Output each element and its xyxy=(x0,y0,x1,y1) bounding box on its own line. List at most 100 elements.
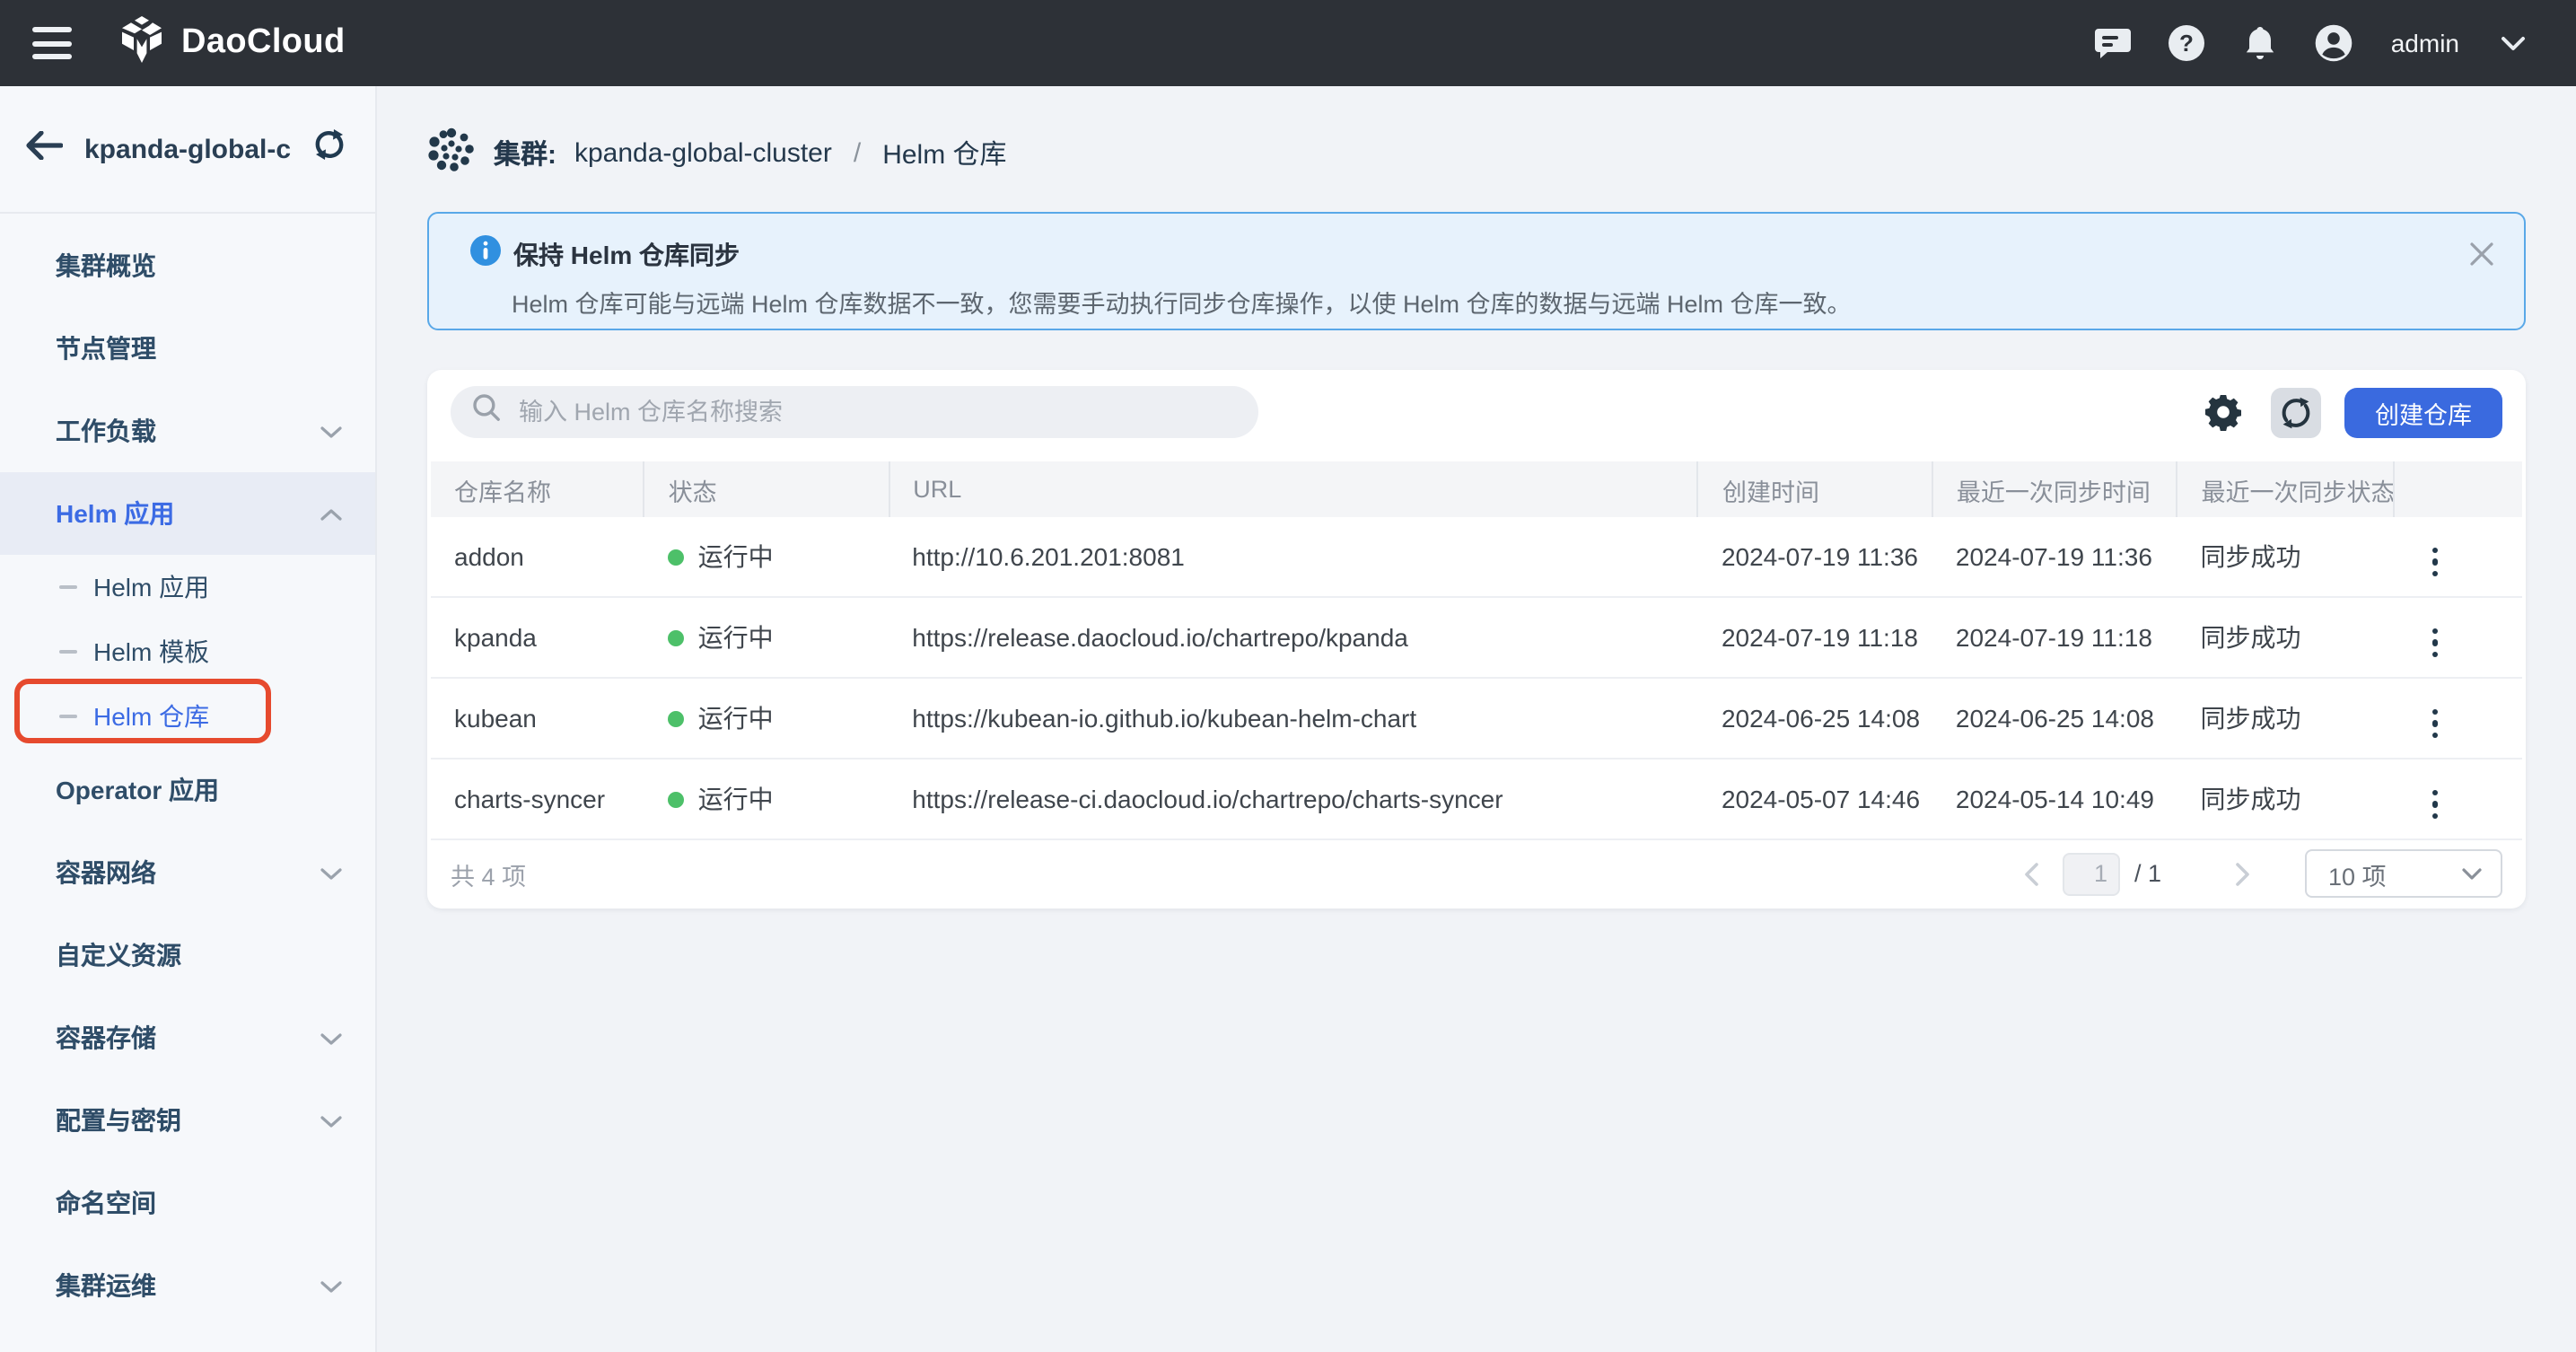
alert-description: Helm 仓库可能与远端 Helm 仓库数据不一致，您需要手动执行同步仓库操作，… xyxy=(512,284,2483,320)
bell-icon[interactable] xyxy=(2240,23,2280,63)
repo-created-time: 2024-06-25 14:08 xyxy=(1722,704,1920,733)
repo-name: kubean xyxy=(454,704,537,733)
back-arrow-icon[interactable] xyxy=(25,130,63,168)
message-icon[interactable] xyxy=(2093,23,2133,63)
column-header-6 xyxy=(2395,461,2522,517)
sidebar-divider xyxy=(0,212,375,214)
info-icon xyxy=(470,235,501,275)
kebab-menu-icon[interactable] xyxy=(2418,782,2453,826)
repo-status: 运行中 xyxy=(698,539,774,575)
kebab-menu-icon[interactable] xyxy=(2418,701,2453,745)
repo-last-sync-time: 2024-05-14 10:49 xyxy=(1956,785,2154,813)
sidebar-item-5[interactable]: Helm 模板 xyxy=(0,619,375,684)
sidebar-item-8[interactable]: 容器网络 xyxy=(0,831,375,914)
chevron-down-icon xyxy=(320,1023,343,1052)
sidebar-item-9[interactable]: 自定义资源 xyxy=(0,914,375,996)
sidebar-item-12[interactable]: 命名空间 xyxy=(0,1162,375,1244)
sidebar-item-label: 容器存储 xyxy=(56,1020,156,1056)
sidebar-item-6[interactable]: Helm 仓库 xyxy=(0,684,375,749)
column-header-3: 创建时间 xyxy=(1698,461,1932,517)
repo-created-time: 2024-07-19 11:18 xyxy=(1722,623,1918,652)
switch-cluster-icon[interactable] xyxy=(312,129,346,169)
hamburger-menu-icon[interactable] xyxy=(32,27,75,59)
search-input[interactable] xyxy=(515,397,1237,427)
sidebar-item-0[interactable]: 集群概览 xyxy=(0,224,375,307)
repo-url: http://10.6.201.201:8081 xyxy=(912,542,1185,571)
topbar-right: ? admin xyxy=(2093,23,2576,63)
repo-sync-status: 同步成功 xyxy=(2201,623,2301,652)
table-row[interactable]: charts-syncer 运行中 https://release-ci.dao… xyxy=(431,759,2522,839)
username: admin xyxy=(2391,29,2459,57)
search-box xyxy=(451,386,1258,438)
sidebar-item-label: 集群概览 xyxy=(56,248,156,284)
breadcrumb: 集群: kpanda-global-cluster / Helm 仓库 xyxy=(427,122,2576,183)
repo-name: kpanda xyxy=(454,623,537,652)
sidebar-item-7[interactable]: Operator 应用 xyxy=(0,749,375,831)
sidebar-item-label: 工作负载 xyxy=(56,413,156,449)
breadcrumb-prefix: 集群: xyxy=(494,134,556,171)
sidebar-item-10[interactable]: 容器存储 xyxy=(0,996,375,1079)
column-header-4: 最近一次同步时间 xyxy=(1932,461,2177,517)
kebab-menu-icon[interactable] xyxy=(2418,620,2453,664)
page: DaoCloud ? admin xyxy=(0,0,2576,1352)
topbar-left: DaoCloud xyxy=(0,13,346,73)
status-dot-icon xyxy=(668,549,684,565)
sidebar: kpanda-global-cl... 集群概览节点管理工作负载Helm 应用H… xyxy=(0,86,377,1352)
sidebar-item-label: 命名空间 xyxy=(56,1185,156,1221)
table-footer: 共 4 项 1 / 1 10 项 xyxy=(451,840,2502,907)
kebab-menu-icon[interactable] xyxy=(2418,540,2453,584)
table-row[interactable]: addon 运行中 http://10.6.201.201:8081 2024-… xyxy=(431,517,2522,597)
page-size-select[interactable]: 10 项 xyxy=(2305,849,2502,898)
repo-name: charts-syncer xyxy=(454,785,605,813)
sidebar-item-3[interactable]: Helm 应用 xyxy=(0,472,375,555)
page-input[interactable]: 1 xyxy=(2063,852,2120,895)
table-row[interactable]: kpanda 运行中 https://release.daocloud.io/c… xyxy=(431,597,2522,678)
gear-icon[interactable] xyxy=(2197,387,2247,437)
page-size-value: 10 项 xyxy=(2328,856,2387,891)
repo-sync-status: 同步成功 xyxy=(2201,785,2301,813)
breadcrumb-current: Helm 仓库 xyxy=(882,134,1006,171)
chevron-down-icon xyxy=(320,858,343,887)
sidebar-item-label: Helm 模板 xyxy=(93,634,209,670)
repo-last-sync-time: 2024-07-19 11:18 xyxy=(1956,623,2152,652)
sidebar-item-label: Helm 仓库 xyxy=(93,698,209,734)
avatar[interactable] xyxy=(2314,23,2353,63)
sidebar-item-1[interactable]: 节点管理 xyxy=(0,307,375,390)
column-header-1: 状态 xyxy=(644,461,889,517)
create-repo-button[interactable]: 创建仓库 xyxy=(2344,387,2502,437)
topbar: DaoCloud ? admin xyxy=(0,0,2576,86)
repo-url: https://release.daocloud.io/chartrepo/kp… xyxy=(912,623,1408,652)
sidebar-item-label: 容器网络 xyxy=(56,855,156,891)
sidebar-cluster-name: kpanda-global-cl... xyxy=(84,134,291,164)
repo-sync-status: 同步成功 xyxy=(2201,542,2301,571)
sidebar-item-label: 节点管理 xyxy=(56,330,156,366)
user-menu-chevron-down-icon[interactable] xyxy=(2493,23,2533,63)
refresh-icon[interactable] xyxy=(2271,387,2321,437)
sidebar-item-4[interactable]: Helm 应用 xyxy=(0,555,375,619)
sidebar-item-13[interactable]: 集群运维 xyxy=(0,1244,375,1327)
page-size-chevron-down-icon xyxy=(2461,860,2483,887)
chevron-down-icon xyxy=(320,417,343,445)
repo-url: https://release-ci.daocloud.io/chartrepo… xyxy=(912,785,1503,813)
sidebar-item-11[interactable]: 配置与密钥 xyxy=(0,1079,375,1162)
svg-text:?: ? xyxy=(2179,30,2194,57)
sidebar-item-label: 集群运维 xyxy=(56,1268,156,1304)
subitem-dash-icon xyxy=(59,650,77,654)
repo-url: https://kubean-io.github.io/kubean-helm-… xyxy=(912,704,1416,733)
brand[interactable]: DaoCloud xyxy=(118,13,346,73)
status-dot-icon xyxy=(668,791,684,807)
help-icon[interactable]: ? xyxy=(2167,23,2206,63)
table-row[interactable]: kubean 运行中 https://kubean-io.github.io/k… xyxy=(431,678,2522,759)
cluster-dots-icon xyxy=(427,125,476,180)
column-header-0: 仓库名称 xyxy=(431,461,644,517)
next-page-icon[interactable] xyxy=(2226,857,2258,890)
repo-sync-status: 同步成功 xyxy=(2201,704,2301,733)
breadcrumb-cluster-link[interactable]: kpanda-global-cluster xyxy=(574,137,832,168)
prev-page-icon[interactable] xyxy=(2016,857,2048,890)
toolbar: 创建仓库 xyxy=(451,386,2502,438)
sidebar-item-2[interactable]: 工作负载 xyxy=(0,390,375,472)
chevron-up-icon xyxy=(320,499,343,528)
close-icon[interactable] xyxy=(2466,239,2495,268)
column-header-2: URL xyxy=(889,461,1698,517)
repo-card: 创建仓库 仓库名称状态URL创建时间最近一次同步时间最近一次同步状态 addon… xyxy=(427,370,2526,909)
